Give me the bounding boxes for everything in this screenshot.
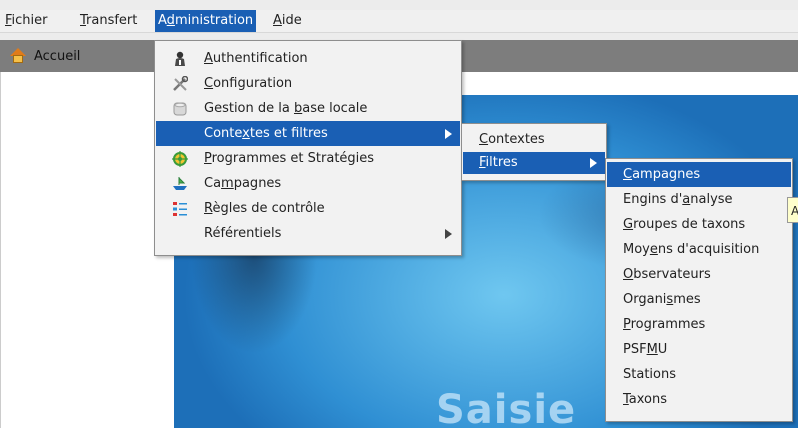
filtres-submenu: Campagnes Engins d'analyse Groupes de ta… [605,158,793,422]
user-icon [172,51,188,67]
target-icon [172,151,188,167]
menu-item-taxons[interactable]: Taxons [607,387,791,412]
menu-item-observateurs[interactable]: Observateurs [607,262,791,287]
menu-fichier[interactable]: Fichier [2,10,51,32]
menu-item-configuration[interactable]: Configuration [156,71,460,96]
menu-item-contextes[interactable]: Contextes [463,127,605,152]
menu-item-engins-analyse[interactable]: Engins d'analyse [607,187,791,212]
submenu-arrow-icon [445,229,452,239]
menu-aide[interactable]: Aide [270,10,305,32]
submenu-arrow-icon [590,158,597,168]
menu-item-referentiels[interactable]: Référentiels [156,221,460,246]
menu-item-filtre-campagnes[interactable]: Campagnes [607,162,791,187]
menu-item-organismes[interactable]: Organismes [607,287,791,312]
tab-accueil[interactable]: Accueil [10,46,80,66]
menu-transfert[interactable]: Transfert [77,10,140,32]
database-icon [172,101,188,117]
menu-item-programmes-strategies[interactable]: Programmes et Stratégies [156,146,460,171]
menu-bar: Fichier Transfert Administration Aide [0,10,798,33]
tab-accueil-label: Accueil [34,48,81,64]
ship-icon [172,176,188,192]
tooltip: A [787,197,798,223]
menu-item-campagnes[interactable]: Campagnes [156,171,460,196]
menu-item-moyens-acquisition[interactable]: Moyens d'acquisition [607,237,791,262]
menu-item-regles-de-controle[interactable]: Règles de contrôle [156,196,460,221]
menu-item-gestion-base-locale[interactable]: Gestion de la base locale [156,96,460,121]
contextes-filtres-submenu: Contextes Filtres [461,123,607,181]
menu-administration[interactable]: Administration [155,10,257,32]
menu-item-groupes-taxons[interactable]: Groupes de taxons [607,212,791,237]
menu-item-stations[interactable]: Stations [607,362,791,387]
splash-text: Saisie [436,387,577,428]
tools-icon [172,76,188,92]
menu-item-authentification[interactable]: Authentification [156,46,460,71]
menu-item-programmes[interactable]: Programmes [607,312,791,337]
menu-item-filtres[interactable]: Filtres [463,152,605,174]
menu-item-psfmu[interactable]: PSFMU [607,337,791,362]
home-icon [10,48,26,64]
submenu-arrow-icon [445,129,452,139]
menu-item-contextes-et-filtres[interactable]: Contextes et filtres [156,121,460,146]
administration-menu: Authentification Configuration Gestion d… [154,40,462,256]
checklist-icon [172,201,188,217]
